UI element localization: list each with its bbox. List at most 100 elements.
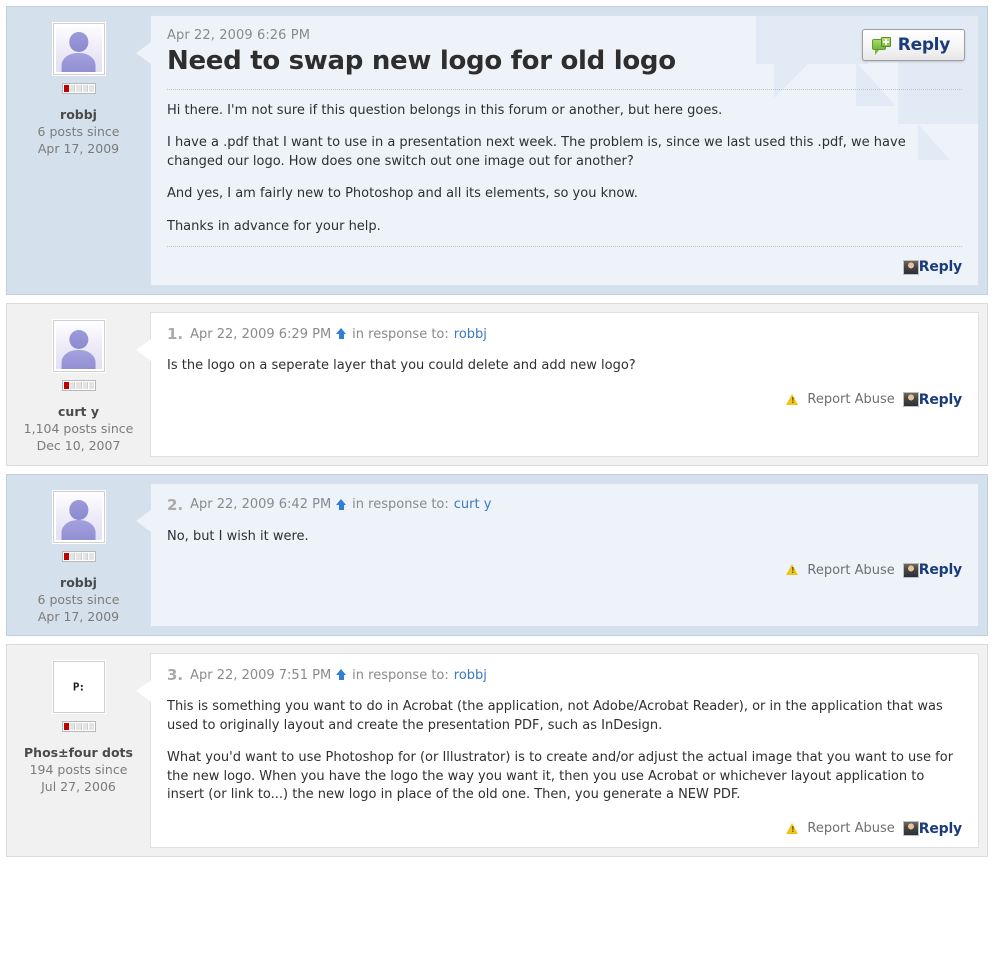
reply-post: P: Phos±four dots 194 posts since Jul 27, 2…: [6, 644, 988, 857]
reply-number: 3.: [167, 666, 184, 685]
post-date: Apr 22, 2009 6:26 PM: [167, 28, 311, 43]
rank-segment: [76, 552, 82, 560]
author-join-date: Apr 17, 2009: [37, 608, 120, 624]
rank-segment: [89, 552, 94, 560]
rank-segment: [82, 382, 89, 390]
rank-segment: [69, 723, 76, 731]
warning-triangle-icon[interactable]: [786, 564, 799, 576]
pixel-p-dots-avatar: P:: [55, 664, 102, 711]
author-name[interactable]: robbj: [11, 575, 146, 592]
warning-triangle-icon[interactable]: [786, 393, 799, 406]
reply-number: 1.: [167, 325, 184, 344]
reply-post: robbj 6 posts since Apr 17, 2009 2. Apr 22, …: [6, 473, 988, 637]
rank-segment: [63, 85, 69, 92]
post-footer: Report Abuse Reply: [167, 392, 962, 408]
up-arrow-icon[interactable]: [336, 498, 347, 511]
reply-avatar-icon: [902, 392, 919, 408]
topic-post: robbj 6 posts since Apr 17, 2009 Reply Apr 2…: [6, 6, 988, 296]
post-title: Need to swap new logo for old logo: [167, 46, 676, 76]
reply-link[interactable]: Reply: [902, 820, 962, 837]
avatar-body-shape: [61, 52, 96, 72]
author-join-date: Apr 17, 2009: [37, 140, 120, 156]
reply-avatar-icon: [902, 821, 919, 837]
avatar-head-shape: [68, 329, 89, 349]
reply-link-label: Reply: [918, 820, 962, 837]
default-person-avatar: [55, 493, 102, 540]
post-body: 2. Apr 22, 2009 6:42 PM in response to: cur…: [136, 482, 979, 628]
post-text: Hi there. I'm not sure if this question …: [167, 102, 962, 236]
divider-bottom: [167, 246, 962, 248]
post-paragraph: Is the logo on a seperate layer that you…: [167, 358, 636, 374]
report-abuse-link[interactable]: Report Abuse: [807, 392, 894, 407]
reply-link[interactable]: Reply: [902, 391, 962, 408]
reply-post: curt y 1,104 posts since Dec 10, 2007 1. Apr…: [6, 303, 988, 466]
post-content: 1. Apr 22, 2009 6:29 PM in response to: rob…: [151, 313, 978, 417]
rank-segment: [63, 552, 69, 560]
reply-avatar-icon: [902, 259, 919, 275]
post-footer: Reply: [167, 259, 962, 275]
default-person-avatar: [55, 323, 102, 370]
avatar: [52, 320, 105, 373]
speech-bubble-tail: [136, 42, 152, 64]
up-arrow-icon[interactable]: [336, 669, 347, 681]
author-join-date: Dec 10, 2007: [36, 437, 121, 453]
avatar: [52, 23, 105, 75]
in-response-to-user-link[interactable]: robbj: [454, 327, 487, 342]
rank-segment: [89, 382, 94, 390]
post-body: 3. Apr 22, 2009 7:51 PM in response to: rob…: [136, 653, 979, 848]
post-paragraph: No, but I wish it were.: [167, 528, 309, 544]
reply-number: 2.: [167, 495, 184, 514]
rank-segment: [82, 723, 89, 731]
in-response-to-label: in response to:: [352, 497, 449, 513]
reply-avatar-icon: [902, 562, 919, 578]
post-content: Apr 22, 2009 6:26 PM Need to swap new log…: [151, 16, 978, 285]
rank-segment: [76, 723, 82, 731]
in-response-to-label: in response to:: [352, 326, 449, 342]
rank-segment: [69, 85, 76, 92]
reply-link[interactable]: Reply: [902, 562, 962, 579]
author-column: robbj 6 posts since Apr 17, 2009: [7, 7, 150, 294]
warning-triangle-icon[interactable]: [786, 822, 799, 835]
author-name[interactable]: curt y: [11, 404, 146, 421]
in-response-to-user-link[interactable]: curt y: [454, 497, 492, 512]
rank-segment: [69, 552, 76, 560]
post-date: Apr 22, 2009 6:29 PM: [190, 326, 332, 342]
reply-button[interactable]: Reply: [861, 29, 965, 61]
rank-segment: [82, 552, 89, 560]
in-response-to-label: in response to:: [352, 667, 449, 683]
avatar: [52, 490, 105, 543]
post-paragraph: Thanks in advance for your help.: [167, 218, 381, 234]
author-name[interactable]: Phos±four dots: [11, 745, 146, 762]
author-column: P: Phos±four dots 194 posts since Jul 27, 2…: [7, 645, 150, 855]
rank-segment: [76, 85, 82, 92]
author-name[interactable]: robbj: [11, 107, 146, 124]
reply-link-label: Reply: [918, 562, 962, 579]
rank-bar: [61, 550, 96, 562]
post-date: Apr 22, 2009 6:42 PM: [190, 497, 332, 513]
author-post-count: 1,104 posts since: [23, 421, 134, 437]
avatar: P:: [52, 661, 105, 714]
author-column: curt y 1,104 posts since Dec 10, 2007: [7, 304, 150, 465]
rank-bar: [61, 721, 96, 733]
speech-bubble-tail: [136, 680, 152, 703]
post-body: 1. Apr 22, 2009 6:29 PM in response to: rob…: [136, 312, 979, 457]
author-join-date: Jul 27, 2006: [41, 779, 116, 795]
report-abuse-link[interactable]: Report Abuse: [807, 563, 894, 578]
author-post-count: 6 posts since: [37, 591, 120, 607]
rank-segment: [69, 382, 76, 390]
in-response-to-user-link[interactable]: robbj: [454, 668, 487, 683]
rank-bar: [61, 83, 96, 94]
reply-link-label: Reply: [918, 391, 962, 408]
reply-link[interactable]: Reply: [902, 259, 962, 275]
post-text: No, but I wish it were.: [167, 528, 962, 546]
report-abuse-link[interactable]: Report Abuse: [807, 821, 894, 836]
rank-segment: [89, 723, 94, 731]
post-date: Apr 22, 2009 7:51 PM: [190, 667, 332, 683]
up-arrow-icon[interactable]: [336, 328, 347, 340]
avatar-body-shape: [61, 349, 96, 370]
rank-segment: [63, 382, 69, 390]
reply-header: 1. Apr 22, 2009 6:29 PM in response to: rob…: [167, 325, 962, 343]
post-footer: Report Abuse Reply: [167, 562, 962, 578]
post-footer: Report Abuse Reply: [167, 821, 962, 837]
author-column: robbj 6 posts since Apr 17, 2009: [7, 475, 150, 636]
